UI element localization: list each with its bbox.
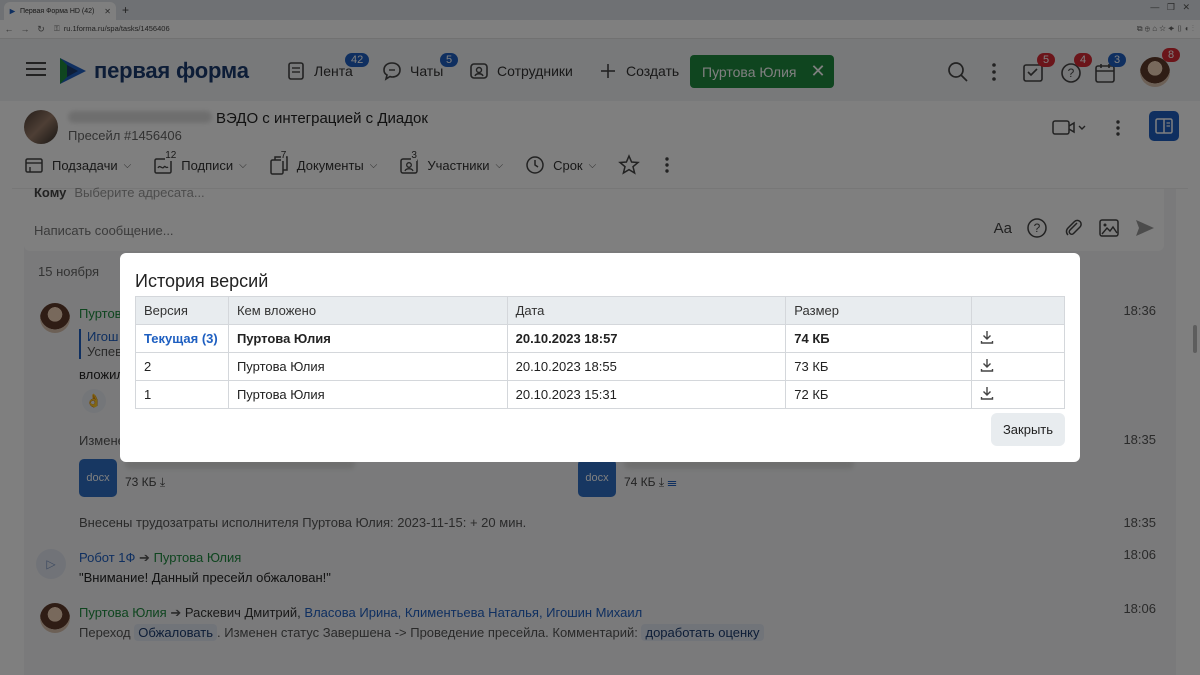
size-cell: 73 КБ <box>785 352 973 381</box>
download-icon[interactable] <box>980 358 994 372</box>
column-header: Размер <box>785 296 973 325</box>
version-history-modal: История версий Версия Кем вложено Дата Р… <box>120 253 1080 462</box>
table-row: Текущая (3) Пуртова Юлия 20.10.2023 18:5… <box>135 324 1065 353</box>
column-header: Версия <box>135 296 229 325</box>
date-cell: 20.10.2023 18:55 <box>506 352 787 381</box>
table-row: 1 Пуртова Юлия 20.10.2023 15:31 72 КБ <box>135 380 1065 409</box>
column-header <box>971 296 1065 325</box>
table-row: 2 Пуртова Юлия 20.10.2023 18:55 73 КБ <box>135 352 1065 381</box>
size-cell: 74 КБ <box>785 324 973 353</box>
author-cell: Пуртова Юлия <box>227 380 508 409</box>
download-icon[interactable] <box>980 386 994 400</box>
modal-title: История версий <box>135 271 269 291</box>
download-cell <box>971 352 1065 381</box>
column-header: Дата <box>506 296 787 325</box>
date-cell: 20.10.2023 18:57 <box>506 324 787 353</box>
version-cell[interactable]: Текущая (3) <box>135 324 229 353</box>
close-button[interactable]: Закрыть <box>991 413 1065 446</box>
size-cell: 72 КБ <box>785 380 973 409</box>
download-icon[interactable] <box>980 330 994 344</box>
download-cell <box>971 324 1065 353</box>
author-cell: Пуртова Юлия <box>227 352 508 381</box>
column-header: Кем вложено <box>227 296 508 325</box>
date-cell: 20.10.2023 15:31 <box>506 380 787 409</box>
version-cell[interactable]: 2 <box>135 352 229 381</box>
author-cell: Пуртова Юлия <box>227 324 508 353</box>
versions-table: Версия Кем вложено Дата Размер Текущая (… <box>135 296 1065 409</box>
download-cell <box>971 380 1065 409</box>
version-cell[interactable]: 1 <box>135 380 229 409</box>
table-header-row: Версия Кем вложено Дата Размер <box>135 296 1065 325</box>
